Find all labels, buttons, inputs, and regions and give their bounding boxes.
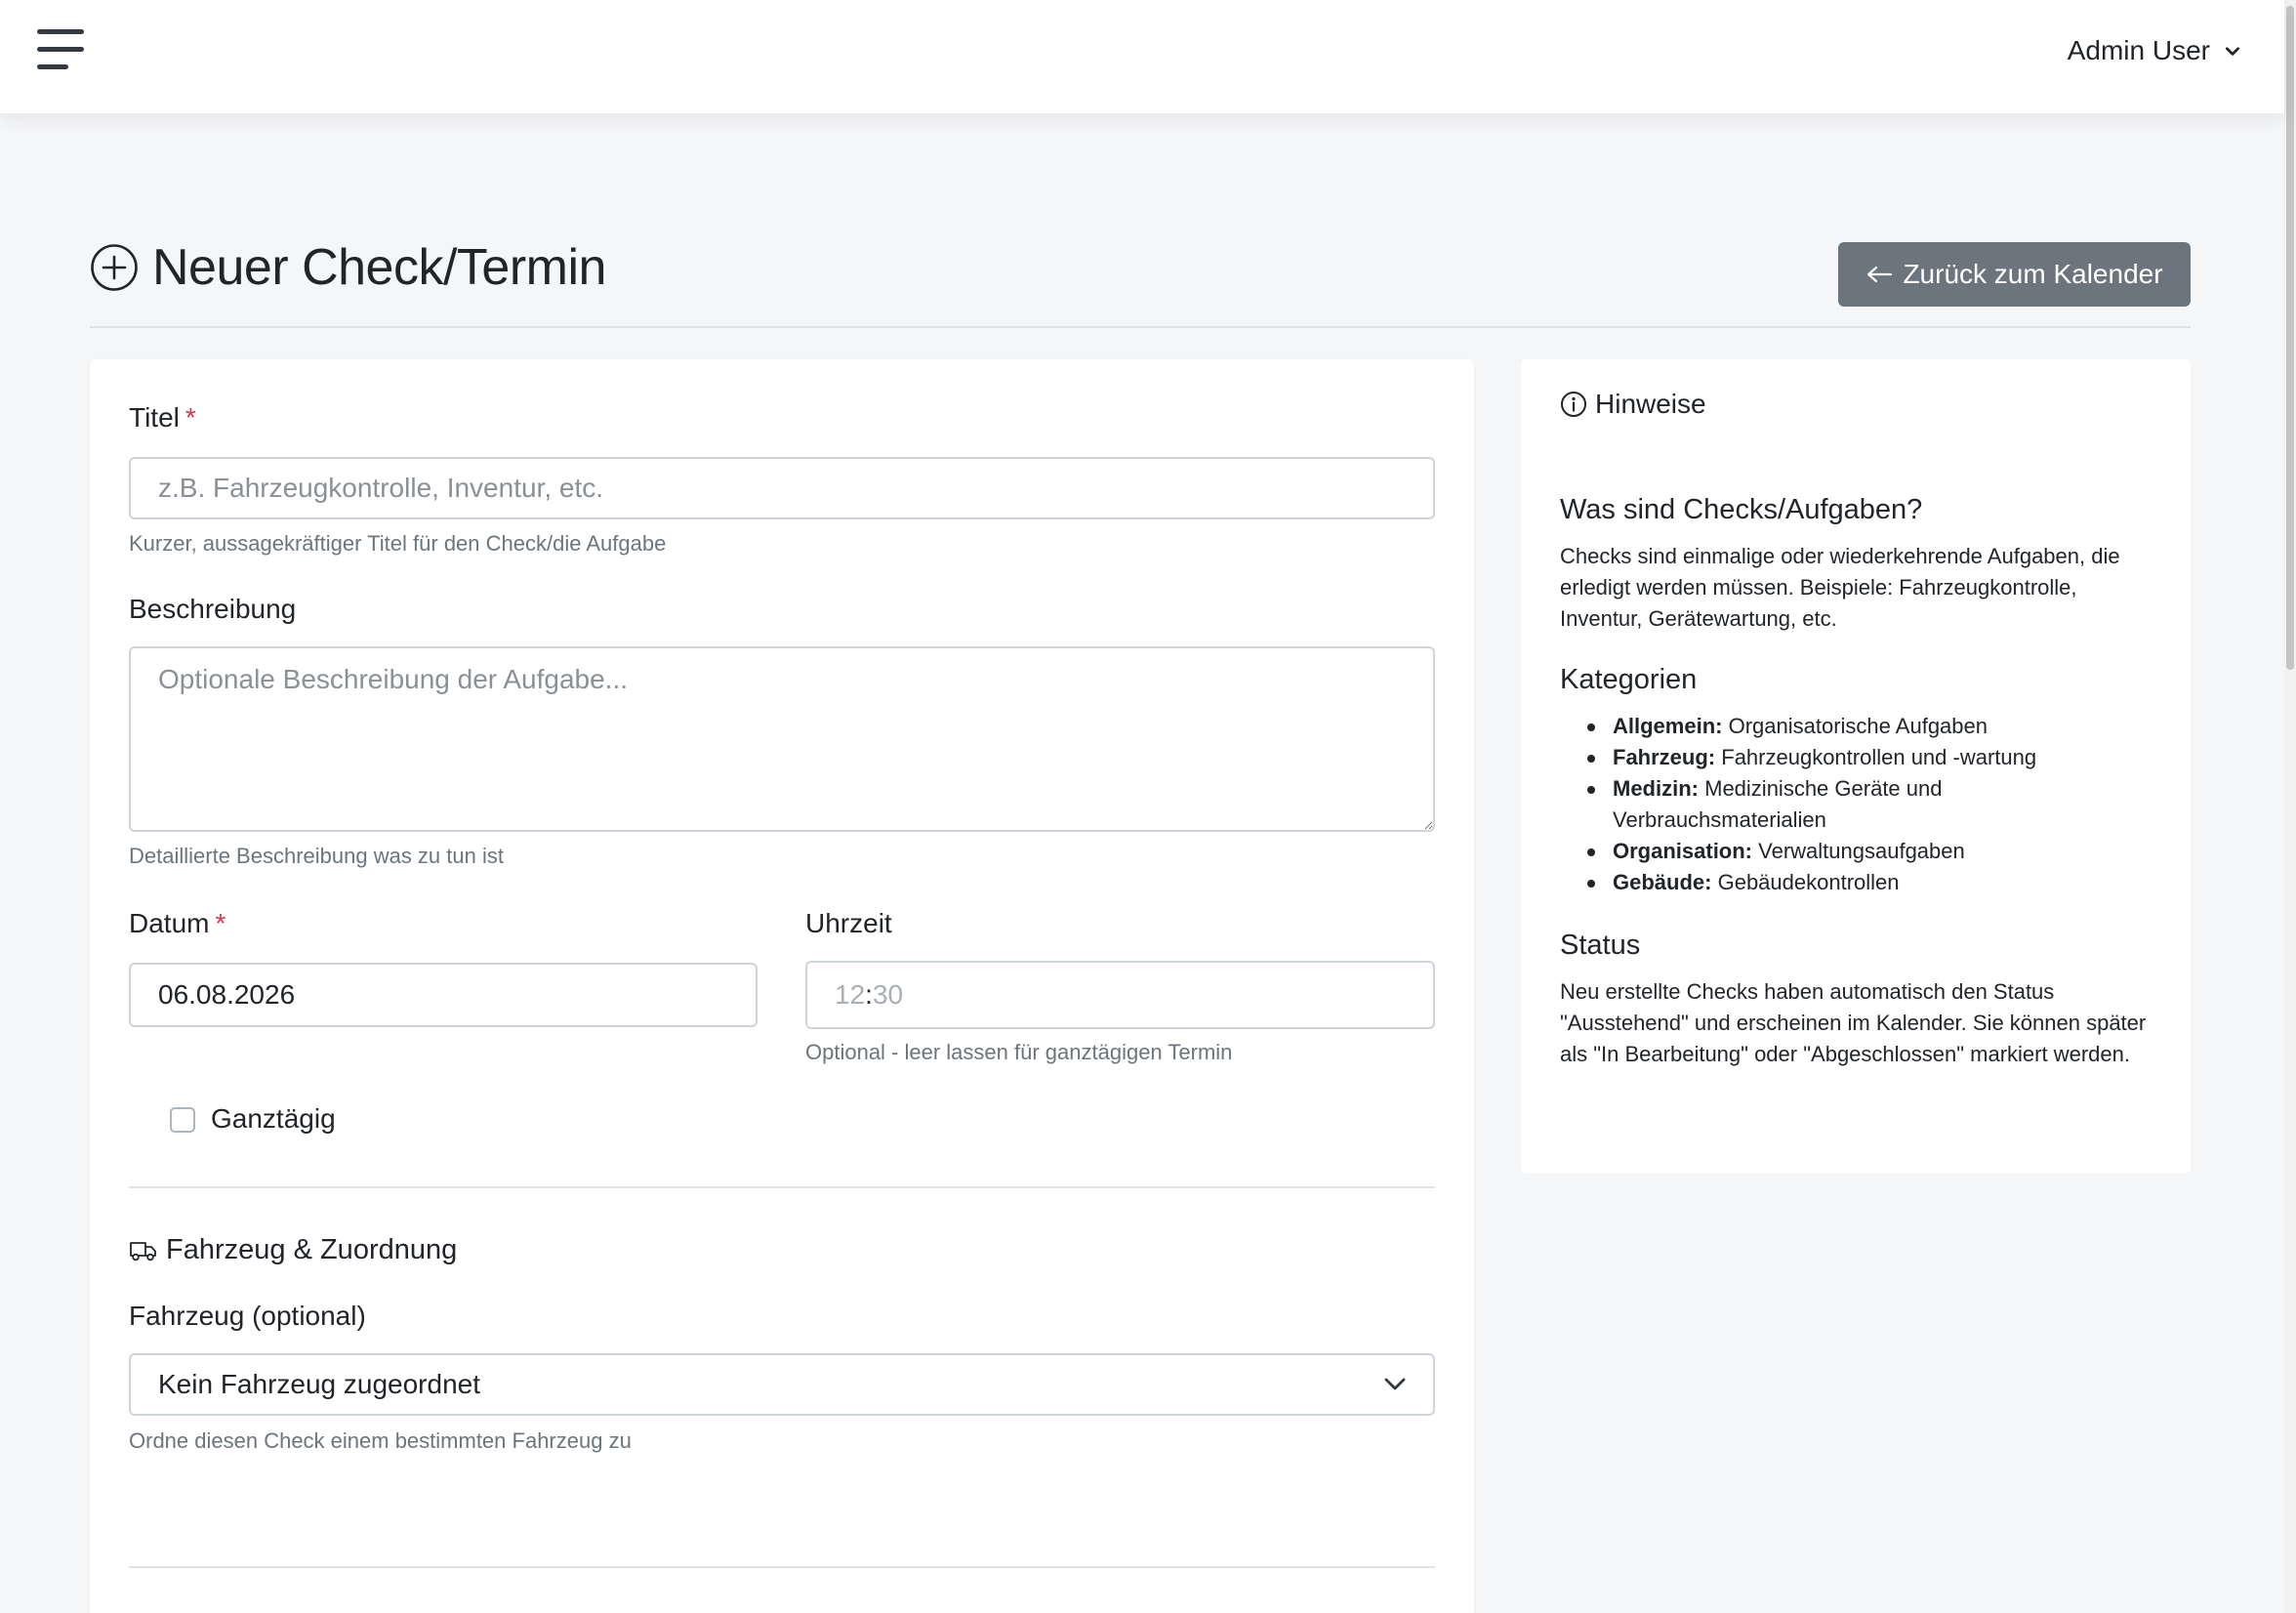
info-circle-icon (1561, 392, 1586, 417)
back-to-calendar-button[interactable]: Zurück zum Kalender (1838, 242, 2191, 307)
top-navbar: Admin User (0, 0, 2284, 113)
description-textarea[interactable] (129, 646, 1435, 832)
section-divider (129, 1186, 1435, 1188)
plus-circle-icon (91, 244, 138, 291)
time-label: Uhrzeit (805, 908, 892, 938)
page-heading: Neuer Check/Termin (152, 239, 606, 296)
page-title: Neuer Check/Termin (90, 238, 606, 297)
required-marker: * (184, 402, 196, 433)
hints-card: Hinweise Was sind Checks/Aufgaben? Check… (1521, 359, 2191, 1174)
header-divider (90, 326, 2191, 328)
vehicle-selected-value: Kein Fahrzeug zugeordnet (158, 1369, 480, 1399)
hints-title-text: Hinweise (1595, 389, 1706, 419)
time-input[interactable]: 12:30 (805, 961, 1435, 1029)
status-text: Neu erstellte Checks haben automatisch d… (1560, 979, 2147, 1066)
list-item: Gebäude: Gebäudekontrollen (1587, 867, 2153, 898)
time-hour: 12 (835, 979, 866, 1010)
vehicle-section-title: Fahrzeug & Zuordnung (166, 1234, 458, 1265)
vehicle-section-heading: Fahrzeug & Zuordnung (129, 1234, 457, 1266)
chevron-down-icon (2226, 47, 2239, 56)
time-minute: 30 (872, 979, 904, 1010)
title-help-text: Kurzer, aussagekräftiger Titel für den C… (129, 531, 667, 556)
date-input[interactable] (129, 963, 758, 1027)
section-divider (129, 1566, 1435, 1568)
list-item: Fahrzeug: Fahrzeugkontrollen und -wartun… (1587, 742, 2153, 773)
title-input[interactable] (129, 457, 1435, 519)
description-label: Beschreibung (129, 594, 297, 624)
all-day-checkbox[interactable] (170, 1107, 195, 1133)
vehicle-label: Fahrzeug (optional) (129, 1301, 366, 1331)
arrow-left-icon (1867, 266, 1893, 283)
hints-title: Hinweise (1560, 389, 1706, 420)
back-button-label: Zurück zum Kalender (1903, 259, 2163, 289)
time-separator: : (865, 979, 873, 1010)
user-name: Admin User (2067, 35, 2210, 65)
what-text: Checks sind einmalige oder wiederkehrend… (1560, 544, 2120, 631)
chevron-down-icon (1384, 1378, 1406, 1390)
list-item: Organisation: Verwaltungsaufgaben (1587, 836, 2153, 867)
vehicle-help-text: Ordne diesen Check einem bestimmten Fahr… (129, 1428, 632, 1453)
hamburger-menu-icon[interactable] (37, 29, 88, 72)
title-label: Titel * (129, 402, 196, 433)
time-help-text: Optional - leer lassen für ganztägigen T… (805, 1040, 1233, 1064)
categories-list: Allgemein: Organisatorische Aufgaben Fah… (1587, 711, 2153, 898)
user-menu[interactable]: Admin User (2068, 29, 2241, 72)
list-item: Medizin: Medizinische Geräte und Verbrau… (1587, 773, 2153, 836)
date-label: Datum * (129, 908, 226, 938)
status-heading: Status (1560, 930, 1641, 961)
truck-icon (130, 1241, 156, 1261)
vehicle-select[interactable]: Kein Fahrzeug zugeordnet (129, 1353, 1435, 1416)
categories-heading: Kategorien (1560, 664, 1698, 695)
description-help-text: Detaillierte Beschreibung was zu tun ist (129, 844, 504, 868)
list-item: Allgemein: Organisatorische Aufgaben (1587, 711, 2153, 742)
check-form-card: Titel* Kurzer, aussagekräftiger Titel fü… (90, 359, 1474, 1613)
required-marker: * (215, 908, 226, 938)
scrollbar-thumb[interactable] (2286, 6, 2294, 670)
page-scrollbar[interactable] (2284, 0, 2296, 1613)
what-heading: Was sind Checks/Aufgaben? (1560, 494, 1923, 525)
all-day-label[interactable]: Ganztägig (211, 1103, 336, 1135)
